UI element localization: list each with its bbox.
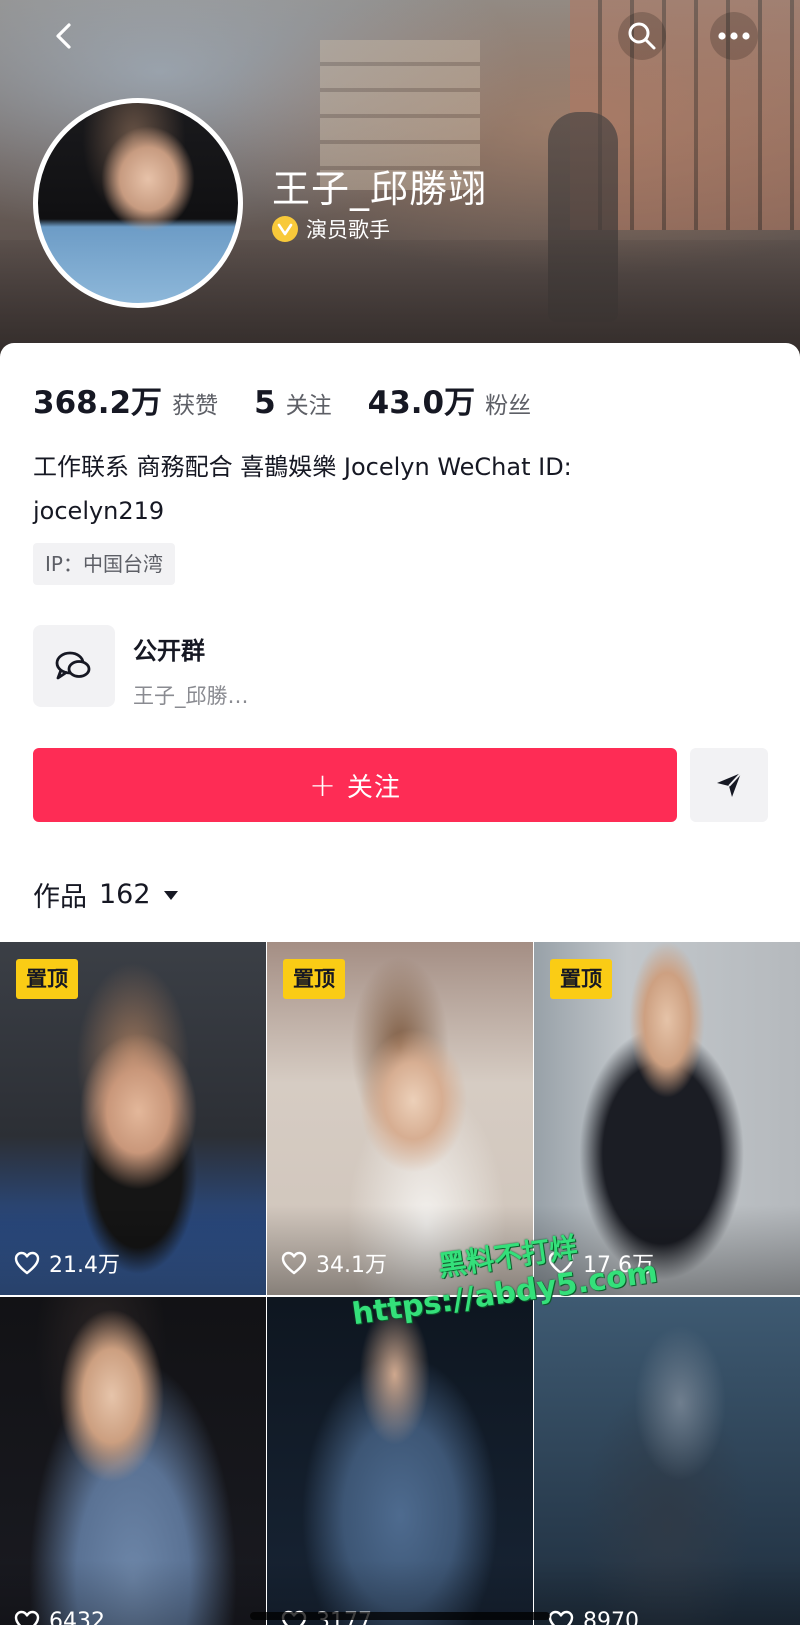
video-likes: 21.4万 bbox=[14, 1247, 120, 1279]
stats-row: 368.2万 获赞 5 关注 43.0万 粉丝 bbox=[33, 377, 567, 422]
bio-line: jocelyn219 bbox=[33, 497, 165, 525]
bio: 工作联系 商務配合 喜鵲娛樂 Jocelyn WeChat ID: jocely… bbox=[33, 445, 733, 533]
follow-button-label: 关注 bbox=[346, 772, 401, 803]
video-likes-count: 21.4万 bbox=[49, 1253, 120, 1278]
group-title: 公开群 bbox=[133, 637, 205, 665]
display-name: 王子_邱勝翊 bbox=[272, 167, 488, 211]
works-count: 162 bbox=[99, 879, 151, 910]
bio-line: 工作联系 商務配合 喜鵲娛樂 Jocelyn WeChat ID: bbox=[33, 453, 572, 481]
video-tile[interactable]: 置顶 34.1万 bbox=[267, 942, 533, 1295]
video-likes: 17.6万 bbox=[548, 1247, 654, 1279]
more-icon bbox=[718, 32, 750, 40]
follow-button[interactable]: + 关注 bbox=[33, 748, 677, 822]
group-chat-icon bbox=[55, 651, 91, 680]
following-count[interactable]: 5 bbox=[254, 385, 276, 421]
works-label: 作品 bbox=[33, 882, 87, 913]
likes-count: 368.2万 bbox=[33, 385, 163, 421]
likes-label: 获赞 bbox=[172, 393, 219, 419]
back-icon bbox=[56, 23, 71, 49]
followers-count[interactable]: 43.0万 bbox=[368, 377, 476, 422]
public-group-entry[interactable]: 公开群 王子_邱勝… bbox=[33, 625, 249, 710]
pinned-badge: 置顶 bbox=[283, 959, 345, 999]
group-subtitle: 王子_邱勝… bbox=[133, 684, 249, 708]
send-message-button[interactable] bbox=[690, 748, 768, 822]
video-likes: 6432 bbox=[14, 1609, 105, 1625]
send-icon bbox=[717, 772, 742, 797]
video-tile[interactable]: 8970 bbox=[534, 1297, 800, 1625]
plus-icon: + bbox=[309, 766, 337, 804]
ip-location-tag: IP：中国台湾 bbox=[33, 543, 175, 585]
video-likes-count: 8970 bbox=[583, 1609, 639, 1625]
pinned-badge: 置顶 bbox=[550, 959, 612, 999]
heart-icon bbox=[281, 1251, 307, 1275]
following-label[interactable]: 关注 bbox=[286, 386, 332, 420]
video-likes-count: 17.6万 bbox=[583, 1253, 654, 1278]
search-button[interactable] bbox=[618, 12, 666, 60]
group-chat-icon-box bbox=[33, 625, 115, 707]
more-button[interactable] bbox=[710, 12, 758, 60]
video-tile[interactable]: 6432 bbox=[0, 1297, 266, 1625]
heart-icon bbox=[14, 1610, 40, 1625]
video-tile[interactable]: 置顶 17.6万 bbox=[534, 942, 800, 1295]
pinned-badge: 置顶 bbox=[16, 959, 78, 999]
verified-icon bbox=[272, 216, 298, 242]
heart-icon bbox=[548, 1251, 574, 1275]
heart-icon bbox=[14, 1251, 40, 1275]
heart-icon bbox=[548, 1610, 574, 1625]
video-likes: 34.1万 bbox=[281, 1247, 387, 1279]
cover-background-figure bbox=[548, 112, 618, 322]
video-tile[interactable]: 3177 bbox=[267, 1297, 533, 1625]
video-likes-count: 34.1万 bbox=[316, 1253, 387, 1278]
video-likes-count: 6432 bbox=[49, 1609, 105, 1625]
tab-works[interactable]: 作品 162 bbox=[33, 875, 179, 914]
back-button[interactable] bbox=[40, 12, 88, 60]
avatar[interactable] bbox=[33, 98, 243, 308]
video-tile[interactable]: 置顶 21.4万 bbox=[0, 942, 266, 1295]
followers-label[interactable]: 粉丝 bbox=[485, 386, 531, 420]
video-grid: 置顶 21.4万 置顶 34.1万 置顶 17.6万 6432 8970 bbox=[0, 942, 800, 1625]
verified-label: 演员歌手 bbox=[306, 218, 390, 242]
home-indicator[interactable] bbox=[250, 1612, 550, 1620]
search-icon bbox=[628, 22, 656, 50]
video-likes: 8970 bbox=[548, 1609, 639, 1625]
verified-badge: 演员歌手 bbox=[272, 214, 390, 244]
caret-down-icon bbox=[163, 890, 178, 900]
